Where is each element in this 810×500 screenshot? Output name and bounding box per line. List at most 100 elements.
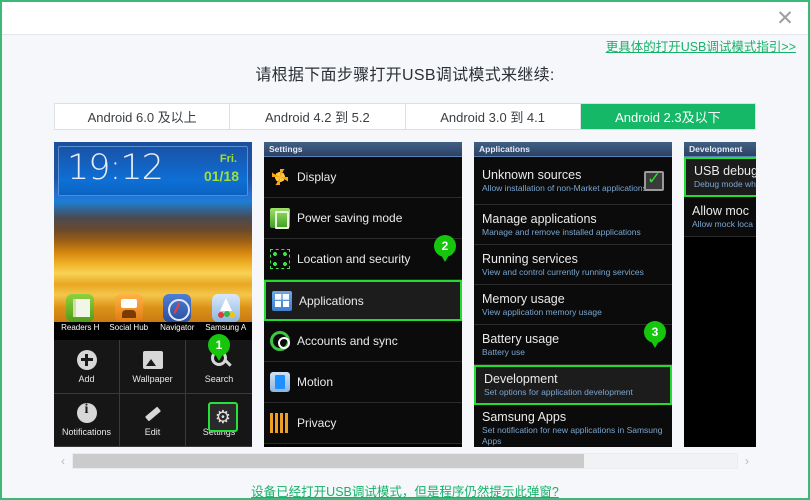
page-title: 请根据下面步骤打开USB调试模式来继续: <box>255 67 555 84</box>
applications-icon <box>272 290 292 311</box>
android-screen-title: Settings <box>264 142 462 157</box>
step-badge: 1 <box>208 334 230 361</box>
dock-app[interactable]: Samsung A <box>202 292 251 340</box>
unknown-sources-checkbox[interactable] <box>644 169 664 191</box>
dock-app-label: Readers H <box>61 323 100 332</box>
list-item-label: Allow moc <box>692 203 749 218</box>
list-item[interactable]: Memory usage View application memory usag… <box>474 285 672 325</box>
usb-debug-dialog: ✕ 更具体的打开USB调试模式指引>> 请根据下面步骤打开USB调试模式来继续:… <box>0 0 810 500</box>
android-screen-title: Applications <box>474 142 672 157</box>
list-item-label: Battery usage <box>482 331 560 346</box>
list-item[interactable]: USB debug Debug mode wh <box>684 157 756 197</box>
privacy-icon <box>270 413 290 433</box>
step-badge: 3 <box>644 321 666 348</box>
home-menu-item-label: Edit <box>144 427 161 438</box>
list-item[interactable]: Running services View and control current… <box>474 245 672 285</box>
list-item[interactable]: Samsung Apps Set notification for new app… <box>474 405 672 447</box>
list-item[interactable]: Privacy <box>264 403 462 444</box>
list-item[interactable]: Applications <box>264 280 462 321</box>
list-item[interactable]: Allow moc Allow mock loca <box>684 197 756 237</box>
display-icon <box>270 167 290 187</box>
list-item-subtitle: Set options for application development <box>484 387 633 398</box>
dialog-footer: 设备已经打开USB调试模式，但是程序仍然提示此弹窗? <box>2 481 808 498</box>
home-menu-item-label: Notifications <box>61 427 112 438</box>
dialog-titlebar: ✕ <box>2 2 808 35</box>
list-item-subtitle: View application memory usage <box>482 306 602 317</box>
list-item[interactable]: Manage applications Manage and remove ins… <box>474 205 672 245</box>
list-item-subtitle: Manage and remove installed applications <box>482 226 641 237</box>
android-screen-title: Development <box>684 142 756 157</box>
home-menu-item-notifications[interactable]: Notifications <box>54 393 120 447</box>
steps-viewport: 19:12 Fri. 01/18 Readers H Social Hub Navigat… <box>54 142 756 447</box>
dock-app[interactable]: Readers H <box>56 292 105 340</box>
location-security-icon <box>270 249 290 269</box>
scrollbar-track[interactable] <box>72 453 738 469</box>
scrollbar-thumb[interactable] <box>73 454 585 468</box>
add-icon <box>76 349 98 371</box>
list-item[interactable]: Motion <box>264 362 462 403</box>
home-options-menu: Add Wallpaper 1 Search Notifications Edit ⚙Set… <box>54 334 252 447</box>
list-item-label: Accounts and sync <box>297 334 398 348</box>
detailed-guide-link[interactable]: 更具体的打开USB调试模式指引>> <box>606 40 796 54</box>
list-item-label: USB debug <box>694 164 756 179</box>
motion-icon <box>270 372 290 392</box>
list-item-subtitle: View and control currently running servi… <box>482 266 644 277</box>
clock-day: Fri. <box>219 153 237 165</box>
list-item[interactable]: Unknown sources Allow installation of non… <box>474 157 672 205</box>
info-icon <box>76 402 98 424</box>
readers-hub-icon <box>66 294 95 322</box>
navigator-icon <box>163 294 192 322</box>
scroll-left-icon[interactable]: ‹ <box>54 454 72 468</box>
app-dock: Readers H Social Hub Navigator Samsung A <box>54 292 252 340</box>
clock-widget: 19:12 Fri. 01/18 <box>58 146 248 196</box>
samsung-apps-icon <box>211 294 240 322</box>
list-item-subtitle: Battery use <box>482 346 525 357</box>
list-item-label: Location and security <box>297 252 411 266</box>
step-panel-applications[interactable]: Applications Unknown sources Allow install… <box>474 142 672 447</box>
tab-android-2[interactable]: Android 3.0 到 4.1 <box>405 104 581 129</box>
dock-app[interactable]: Social Hub <box>105 292 154 340</box>
already-enabled-link[interactable]: 设备已经打开USB调试模式，但是程序仍然提示此弹窗? <box>251 485 559 498</box>
list-item-label: Display <box>297 170 337 184</box>
tab-android-0[interactable]: Android 6.0 及以上 <box>55 104 231 129</box>
phone-wallpaper: 19:12 Fri. 01/18 Readers H Social Hub Navigat… <box>54 142 252 332</box>
clock-time: 19:12 <box>67 148 164 188</box>
list-item[interactable]: Display <box>264 157 462 198</box>
home-menu-item-settings[interactable]: ⚙ Settings <box>186 394 252 447</box>
guide-link-row: 更具体的打开USB调试模式指引>> <box>606 36 796 58</box>
list-item-label: Applications <box>299 293 364 308</box>
home-menu-item-search[interactable]: 1 Search <box>186 334 252 394</box>
list-item[interactable]: Power saving mode <box>264 198 462 239</box>
list-item-subtitle: Set notification for new applications in… <box>482 425 663 446</box>
list-item-label: Samsung Apps <box>482 410 567 425</box>
step-panel-home-screen[interactable]: 19:12 Fri. 01/18 Readers H Social Hub Navigat… <box>54 142 252 447</box>
scroll-right-icon[interactable]: › <box>738 454 756 468</box>
step-panel-settings[interactable]: Settings Display Power saving mode 2 Locatio… <box>264 142 462 447</box>
dock-app-label: Navigator <box>160 323 195 332</box>
tab-android-1[interactable]: Android 4.2 到 5.2 <box>230 104 406 129</box>
wallpaper-icon <box>142 349 164 371</box>
step-badge: 2 <box>434 235 456 262</box>
dock-app[interactable]: Navigator <box>153 292 202 340</box>
list-item[interactable]: Accounts and sync <box>264 321 462 362</box>
close-icon[interactable]: ✕ <box>772 6 798 32</box>
horizontal-scrollbar[interactable]: ‹ › <box>54 453 756 469</box>
step-panel-development[interactable]: Development USB debug Debug mode wh Allow m… <box>684 142 756 447</box>
steps-panels: 19:12 Fri. 01/18 Readers H Social Hub Navigat… <box>54 142 756 447</box>
list-item[interactable]: 2 Location and security <box>264 235 462 280</box>
power-saving-icon <box>270 208 290 229</box>
sync-icon <box>270 331 290 351</box>
dock-app-label: Social Hub <box>109 323 149 332</box>
home-menu-item-label: Wallpaper <box>132 373 173 384</box>
home-menu-item-edit[interactable]: Edit <box>120 393 186 447</box>
list-item-label: Running services <box>482 251 578 266</box>
list-item[interactable]: 3 Battery usage Battery use <box>474 321 672 365</box>
home-menu-item-add[interactable]: Add <box>54 340 120 394</box>
list-item[interactable]: Development Set options for application d… <box>474 365 672 405</box>
tab-android-3[interactable]: Android 2.3及以下 <box>580 104 755 129</box>
dock-app-label: Samsung A <box>205 323 247 332</box>
home-menu-item-label: Add <box>78 373 95 384</box>
list-item-label: Power saving mode <box>297 211 403 225</box>
home-menu-item-wallpaper[interactable]: Wallpaper <box>120 340 186 394</box>
list-item-label: Memory usage <box>482 291 565 306</box>
